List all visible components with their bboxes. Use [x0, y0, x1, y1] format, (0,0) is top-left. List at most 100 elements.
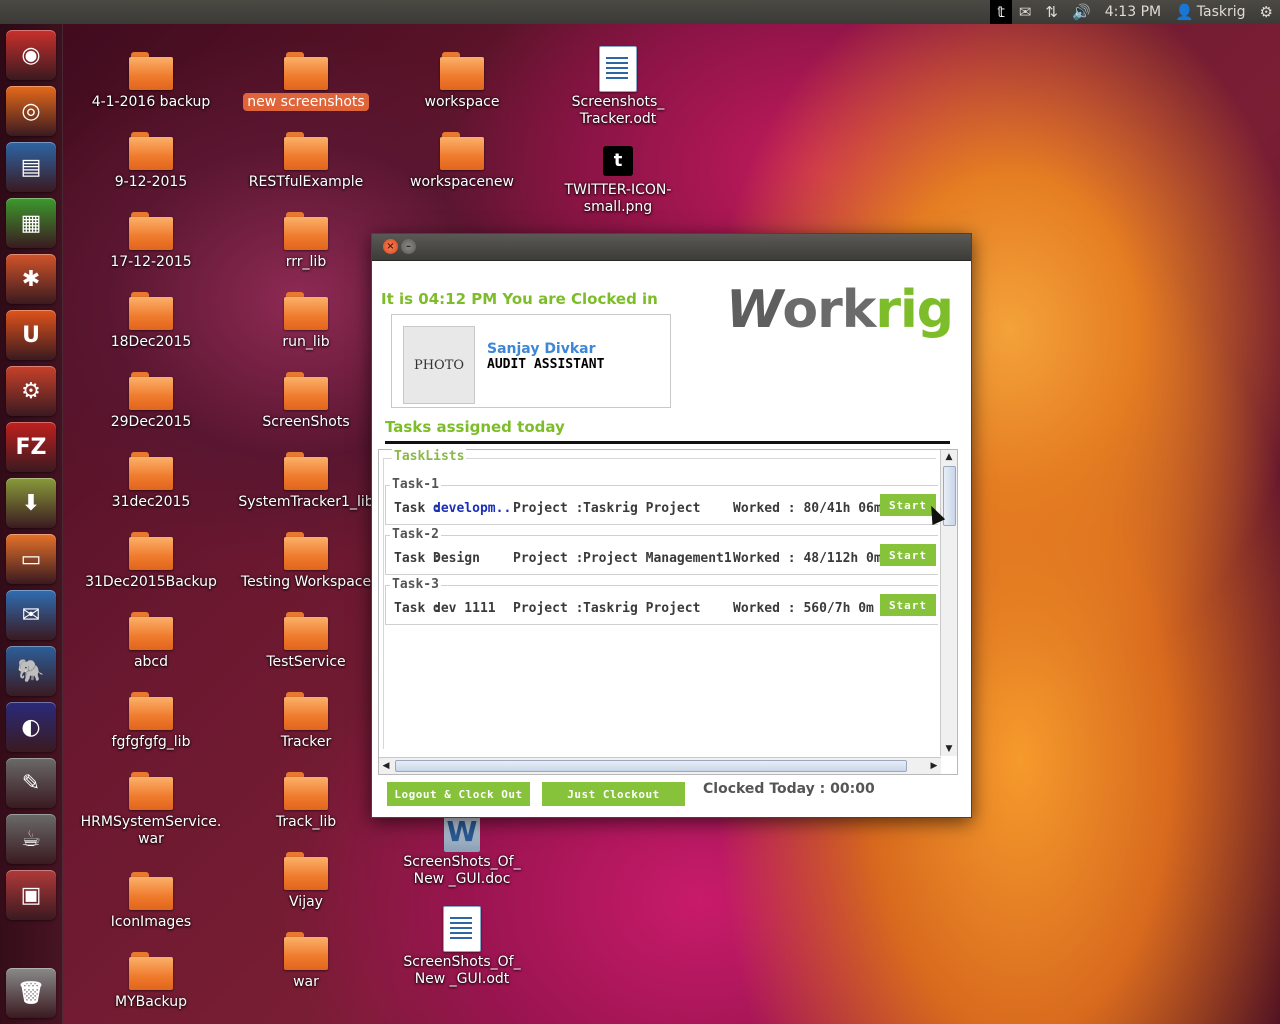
folder-icon [284, 52, 328, 90]
desktop-icon[interactable]: abcd [76, 612, 226, 671]
desktop-icon[interactable]: workspacenew [387, 132, 537, 191]
clock-indicator[interactable]: 4:13 PM [1098, 0, 1168, 24]
task-title: Task-1 [390, 477, 441, 492]
desktop-icon-label: TestService [266, 654, 346, 670]
start-task-button[interactable]: Start [880, 594, 936, 616]
java-app-icon[interactable]: ☕ [6, 814, 56, 864]
pgadmin-icon[interactable]: 🐘 [6, 646, 56, 696]
desktop-icon[interactable]: rrr_lib [231, 212, 381, 271]
project-label: Project : [513, 601, 584, 616]
desktop-icon[interactable]: Screenshots_ Tracker.odt [543, 46, 693, 128]
scroll-up-icon[interactable]: ▲ [941, 450, 957, 464]
top-panel: 𝕥 ✉ ⇅ 🔊 4:13 PM 👤 Taskrig ⚙ [0, 0, 1280, 24]
employee-title: AUDIT ASSISTANT [487, 357, 605, 372]
desktop-icon[interactable]: Tracker [231, 692, 381, 751]
desktop-icon[interactable]: RESTfulExample [231, 132, 381, 191]
desktop-icon[interactable]: IconImages [76, 872, 226, 931]
worked-hours: Worked : 80/41h 06m [733, 501, 882, 516]
just-clockout-button[interactable]: Just Clockout [542, 782, 685, 806]
folder-icon [284, 772, 328, 810]
vertical-scroll-thumb[interactable] [943, 466, 956, 526]
desktop-icon[interactable]: SystemTracker1_lib [231, 452, 381, 511]
desktop-icon[interactable]: ScreenShots_Of_ New _GUI.odt [387, 906, 537, 988]
trash-icon[interactable]: 🗑 [6, 968, 56, 1018]
twitter-icon[interactable]: 𝕥 [990, 0, 1012, 24]
desktop-icon[interactable]: 18Dec2015 [76, 292, 226, 351]
desktop-icon[interactable]: t TWITTER-ICON- small.png [543, 146, 693, 216]
logout-clockout-button[interactable]: Logout & Clock Out [387, 782, 530, 806]
system-settings-icon[interactable]: ⚙ [6, 366, 56, 416]
ubuntu-one-icon[interactable]: U [6, 310, 56, 360]
folder-icon [440, 132, 484, 170]
user-name: Taskrig [1196, 4, 1246, 20]
project-name: Taskrig Project [583, 501, 701, 516]
folder-icon [129, 952, 173, 990]
scroll-left-icon[interactable]: ◀ [379, 758, 393, 774]
employee-name: Sanjay Divkar [487, 341, 596, 357]
desktop-icon[interactable]: W ScreenShots_Of_ New _GUI.doc [387, 812, 537, 888]
eclipse-icon[interactable]: ◐ [6, 702, 56, 752]
scroll-down-icon[interactable]: ▼ [941, 742, 957, 756]
desktop-icon[interactable]: MYBackup [76, 952, 226, 1011]
task-name: dev 1111 [433, 601, 496, 616]
desktop-icon-label: war [293, 974, 319, 990]
desktop-icon-label: 31Dec2015Backup [85, 574, 217, 590]
desktop-icon[interactable]: fgfgfgfg_lib [76, 692, 226, 751]
folder-icon [129, 692, 173, 730]
workspace-switcher-icon[interactable]: ▣ [6, 870, 56, 920]
desktop-icon[interactable]: 17-12-2015 [76, 212, 226, 271]
desktop-icon[interactable]: Vijay [231, 852, 381, 911]
desktop-icon[interactable]: 9-12-2015 [76, 132, 226, 191]
desktop-icon[interactable]: 29Dec2015 [76, 372, 226, 431]
workrig-logo: Workrig [726, 280, 954, 340]
desktop-icon[interactable]: new screenshots [231, 52, 381, 111]
software-center-icon[interactable]: ✱ [6, 254, 56, 304]
profile-card: PHOTO Sanjay Divkar AUDIT ASSISTANT [391, 314, 671, 408]
start-task-button[interactable]: Start [880, 544, 936, 566]
files-icon[interactable]: ▭ [6, 534, 56, 584]
horizontal-scrollbar[interactable]: ◀ ▶ [379, 757, 941, 774]
minimize-icon[interactable]: – [401, 239, 416, 254]
desktop-icon[interactable]: workspace [387, 52, 537, 111]
calc-icon[interactable]: ▦ [6, 198, 56, 248]
task-row: Task-3 Task : dev 1111 Project : Taskrig Pro… [385, 577, 938, 625]
folder-icon [129, 532, 173, 570]
task-title: Task-2 [390, 527, 441, 542]
folder-icon [129, 132, 173, 170]
network-icon[interactable]: ⇅ [1038, 0, 1065, 24]
folder-icon [129, 372, 173, 410]
desktop-icon-label: TWITTER-ICON- small.png [564, 182, 672, 215]
desktop-icon[interactable]: 31dec2015 [76, 452, 226, 511]
firefox-icon[interactable]: ◎ [6, 86, 56, 136]
user-menu[interactable]: 👤 Taskrig [1168, 0, 1252, 24]
settings-gear-icon[interactable]: ⚙ [1253, 0, 1280, 24]
scroll-right-icon[interactable]: ▶ [927, 758, 941, 774]
desktop-icon[interactable]: war [231, 932, 381, 991]
desktop-icon[interactable]: ScreenShots [231, 372, 381, 431]
desktop-icon[interactable]: Track_lib [231, 772, 381, 831]
mail-icon[interactable]: ✉ [1012, 0, 1039, 24]
desktop-icon[interactable]: Testing Workspace [231, 532, 381, 591]
project-label: Project : [513, 501, 584, 516]
filezilla-icon[interactable]: FZ [6, 422, 56, 472]
close-icon[interactable]: × [383, 239, 398, 254]
desktop-icon[interactable]: run_lib [231, 292, 381, 351]
clock-time: 4:13 PM [1104, 4, 1162, 20]
window-titlebar[interactable]: × – [372, 234, 971, 261]
horizontal-scroll-thumb[interactable] [395, 760, 907, 772]
writer-icon[interactable]: ▤ [6, 142, 56, 192]
desktop-icon[interactable]: 4-1-2016 backup [76, 52, 226, 111]
desktop-icon[interactable]: TestService [231, 612, 381, 671]
ubuntu-dash-icon[interactable]: ◉ [6, 30, 56, 80]
desktop-icon-label: HRMSystemService. war [80, 814, 222, 847]
task-name[interactable]: developm... [433, 501, 519, 516]
vertical-scrollbar[interactable]: ▲ ▼ [940, 450, 957, 756]
desktop-icon[interactable]: 31Dec2015Backup [76, 532, 226, 591]
text-editor-icon[interactable]: ✎ [6, 758, 56, 808]
desktop-icon[interactable]: HRMSystemService. war [76, 772, 226, 848]
archive-manager-icon[interactable]: ⬇ [6, 478, 56, 528]
project-name: Project Management1 [583, 551, 732, 566]
volume-icon[interactable]: 🔊 [1065, 0, 1098, 24]
thunderbird-icon[interactable]: ✉ [6, 590, 56, 640]
desktop-icon-label: IconImages [110, 914, 192, 930]
